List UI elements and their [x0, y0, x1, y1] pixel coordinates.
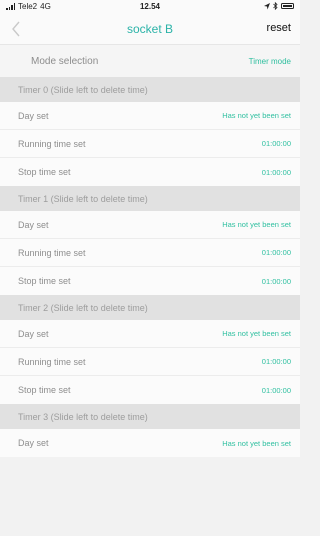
timer-header: Timer 0 (Slide left to delete time) — [0, 77, 300, 102]
day-set-row[interactable]: Day set Has not yet been set — [0, 320, 300, 348]
row-label: Running time set — [18, 356, 86, 367]
row-value: 01:00:00 — [261, 167, 291, 177]
row-label: Day set — [18, 328, 49, 339]
day-set-row[interactable]: Day set Has not yet been set — [0, 102, 300, 130]
row-label: Day set — [18, 110, 49, 121]
running-time-row[interactable]: Running time set 01:00:00 — [0, 239, 300, 267]
status-time: 12.54 — [139, 2, 161, 11]
timer-header: Timer 1 (Slide left to delete time) — [0, 186, 300, 211]
timer-rows: Day set Has not yet been set Running tim… — [0, 211, 300, 295]
row-label: Stop time set — [18, 167, 71, 177]
day-set-row[interactable]: Day set Has not yet been set — [0, 211, 300, 239]
status-bar: Tele2 4G 12.54 — [0, 0, 300, 14]
stop-time-row[interactable]: Stop time set 01:00:00 — [0, 267, 300, 295]
stop-time-row[interactable]: Stop time set 01:00:00 — [0, 376, 300, 404]
timer-section-0: Timer 0 (Slide left to delete time) Day … — [0, 77, 300, 186]
location-icon — [264, 2, 270, 9]
mode-selection-label: Mode selection — [31, 55, 99, 67]
timer-header: Timer 2 (Slide left to delete time) — [0, 295, 300, 320]
page-title: socket B — [126, 22, 174, 36]
row-value: Has not yet been set — [222, 111, 291, 120]
timer-rows: Day set Has not yet been set Running tim… — [0, 102, 300, 186]
row-label: Day set — [18, 219, 49, 230]
running-time-row[interactable]: Running time set 01:00:00 — [0, 130, 300, 158]
running-time-row[interactable]: Running time set 01:00:00 — [0, 348, 300, 376]
row-value: Has not yet been set — [222, 220, 291, 229]
mode-selection-row[interactable]: Mode selection Timer mode — [0, 45, 300, 77]
bluetooth-icon — [273, 2, 278, 10]
timer-section-1: Timer 1 (Slide left to delete time) Day … — [0, 186, 300, 295]
row-value: Has not yet been set — [222, 438, 291, 448]
row-label: Running time set — [18, 247, 86, 258]
timer-rows: Day set Has not yet been set — [0, 429, 300, 457]
row-label: Stop time set — [18, 385, 71, 395]
row-value: 01:00:00 — [261, 357, 291, 366]
row-value: 01:00:00 — [261, 385, 291, 395]
row-value: 01:00:00 — [261, 276, 291, 286]
row-label: Day set — [18, 438, 49, 448]
row-value: Has not yet been set — [222, 329, 291, 338]
mode-selection-value: Timer mode — [248, 56, 291, 66]
timer-rows: Day set Has not yet been set Running tim… — [0, 320, 300, 404]
day-set-row[interactable]: Day set Has not yet been set — [0, 429, 300, 457]
status-right — [264, 2, 294, 10]
nav-bar: socket B reset — [0, 14, 300, 45]
row-value: 01:00:00 — [261, 248, 291, 257]
battery-icon — [281, 3, 294, 9]
reset-button[interactable]: reset — [267, 22, 291, 34]
timer-section-3: Timer 3 (Slide left to delete time) Day … — [0, 404, 300, 457]
row-label: Running time set — [18, 138, 86, 149]
timer-header: Timer 3 (Slide left to delete time) — [0, 404, 300, 429]
row-value: 01:00:00 — [261, 139, 291, 148]
stop-time-row[interactable]: Stop time set 01:00:00 — [0, 158, 300, 186]
row-label: Stop time set — [18, 276, 71, 286]
timer-section-2: Timer 2 (Slide left to delete time) Day … — [0, 295, 300, 404]
